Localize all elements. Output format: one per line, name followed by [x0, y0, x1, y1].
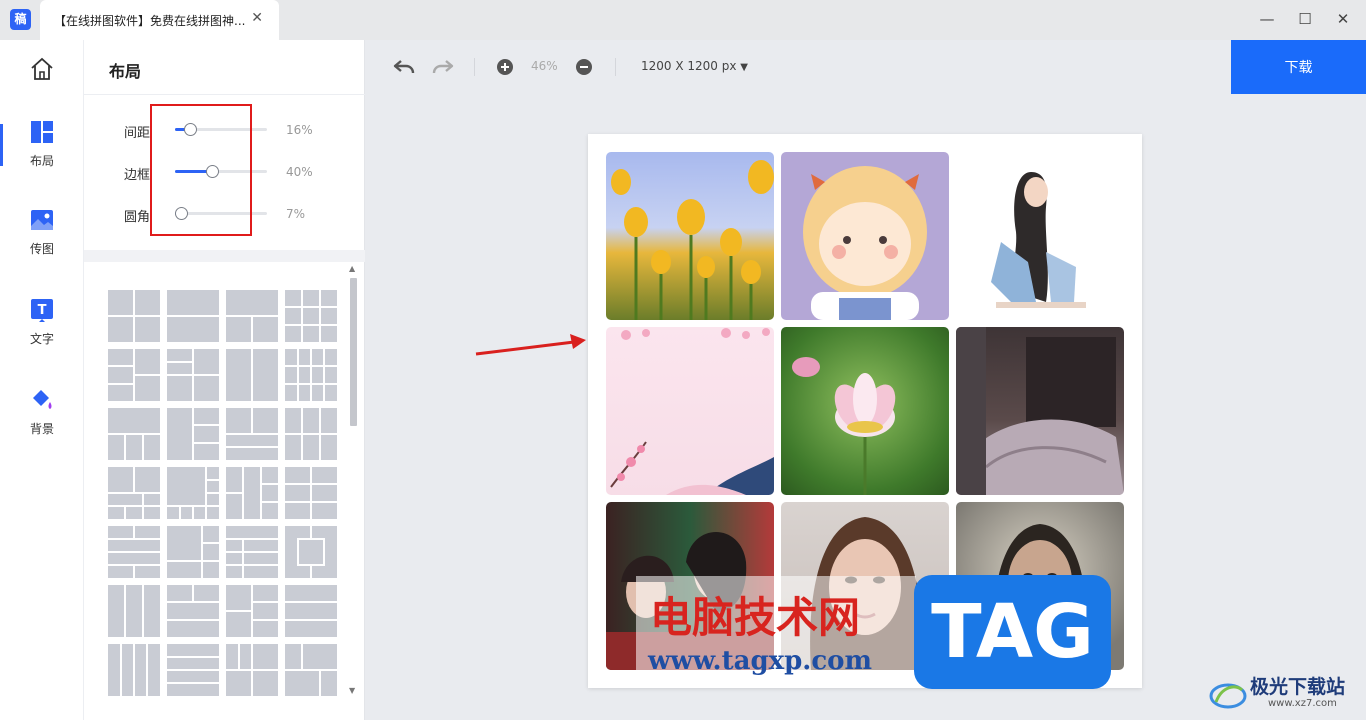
layout-template[interactable] — [285, 467, 337, 519]
corner-site-url: www.xz7.com — [1268, 698, 1337, 709]
layout-template[interactable] — [226, 408, 278, 460]
tab-close-icon[interactable]: ✕ — [251, 10, 263, 26]
text-icon: T — [31, 299, 53, 322]
sitting-woman-image — [991, 172, 1086, 308]
annotation-arrow — [475, 334, 586, 356]
lotus-image — [792, 357, 896, 495]
zoom-out-icon[interactable] — [573, 56, 595, 78]
image-upload-icon — [31, 210, 53, 230]
title-bar: 稿 【在线拼图软件】免费在线拼图神... ✕ — ☐ ✕ — [0, 0, 1366, 40]
photo-tulips[interactable] — [606, 152, 774, 320]
minimize-button[interactable]: — — [1257, 10, 1277, 28]
layout-template[interactable] — [108, 408, 160, 460]
toolbar-divider — [615, 58, 616, 76]
nav-layout[interactable]: 布局 — [0, 120, 84, 169]
watermark-url: www.tagxp.com — [648, 646, 873, 676]
redo-icon[interactable] — [432, 56, 454, 78]
watermark-tag-logo: TAG — [914, 575, 1111, 689]
download-button[interactable]: 下载 — [1231, 40, 1366, 94]
canvas-size-select[interactable]: 1200 X 1200 px ▼ — [641, 59, 748, 73]
layout-template[interactable] — [108, 290, 160, 342]
corner-watermark: 极光下载站 www.xz7.com — [1206, 668, 1366, 720]
svg-text:T: T — [38, 303, 47, 318]
nav-text-label: 文字 — [29, 332, 54, 346]
border-label: 边框 — [124, 168, 151, 183]
layout-template[interactable] — [167, 644, 219, 696]
layout-template[interactable] — [167, 467, 219, 519]
layout-template-grid — [108, 290, 340, 700]
zoom-level: 46% — [531, 59, 558, 73]
layout-template[interactable] — [285, 349, 337, 401]
spacing-value: 16% — [286, 123, 313, 137]
layout-template[interactable] — [285, 290, 337, 342]
background-fill-icon — [33, 390, 52, 409]
home-icon — [31, 57, 53, 80]
layout-template[interactable] — [285, 644, 337, 696]
blossom-image — [610, 328, 774, 495]
nav-background-label: 背景 — [29, 422, 54, 436]
photo-lotus[interactable] — [781, 327, 949, 495]
panel-section-divider — [84, 250, 365, 262]
nav-text[interactable]: T 文字 — [0, 298, 84, 347]
layout-template[interactable] — [226, 467, 278, 519]
canvas-size-value: 1200 X 1200 px — [641, 59, 737, 73]
bedroom-image — [956, 327, 1124, 495]
layout-template[interactable] — [226, 290, 278, 342]
toolbar-divider — [474, 58, 475, 76]
layout-template[interactable] — [285, 408, 337, 460]
layout-template[interactable] — [108, 585, 160, 637]
radius-label: 圆角 — [124, 210, 151, 225]
layout-template[interactable] — [167, 408, 219, 460]
annotation-highlight-box — [150, 104, 252, 236]
browser-tab[interactable]: 【在线拼图软件】免费在线拼图神... ✕ — [40, 0, 279, 40]
chevron-down-icon: ▼ — [740, 62, 748, 73]
panel-scrollbar[interactable]: ▲ ▼ — [348, 262, 360, 700]
photo-cartoon-girl[interactable] — [781, 152, 949, 320]
nav-background[interactable]: 背景 — [0, 388, 84, 437]
border-value: 40% — [286, 165, 313, 179]
corner-site-name: 极光下载站 — [1250, 676, 1346, 698]
aurora-logo-icon — [1209, 683, 1247, 709]
layout-template[interactable] — [167, 585, 219, 637]
watermark-site-name: 电脑技术网 — [650, 593, 861, 642]
photo-pink-blossom[interactable] — [606, 327, 774, 495]
left-nav: 布局 传图 T 文字 背景 — [0, 40, 84, 720]
zoom-in-icon[interactable] — [494, 56, 516, 78]
layout-template[interactable] — [108, 349, 160, 401]
layout-template[interactable] — [167, 290, 219, 342]
spacing-label: 间距 — [124, 126, 151, 141]
nav-upload[interactable]: 传图 — [0, 208, 84, 257]
panel-divider — [84, 94, 365, 95]
tulip-image — [611, 160, 774, 320]
close-window-button[interactable]: ✕ — [1333, 10, 1353, 28]
app-logo: 稿 — [10, 9, 31, 30]
layout-template[interactable] — [108, 526, 160, 578]
layout-template[interactable] — [226, 644, 278, 696]
layout-template[interactable] — [285, 585, 337, 637]
scrollbar-thumb[interactable] — [350, 278, 357, 426]
editor-toolbar: 46% 1200 X 1200 px ▼ — [365, 40, 1231, 94]
panel-title: 布局 — [109, 62, 142, 81]
layout-template[interactable] — [226, 349, 278, 401]
undo-icon[interactable] — [393, 56, 415, 78]
layout-icon — [31, 121, 53, 143]
photo-bedroom[interactable] — [956, 327, 1124, 495]
layout-template[interactable] — [167, 526, 219, 578]
layout-template[interactable] — [108, 467, 160, 519]
radius-value: 7% — [286, 207, 306, 221]
maximize-button[interactable]: ☐ — [1295, 10, 1315, 28]
layout-template[interactable] — [226, 585, 278, 637]
layout-template[interactable] — [108, 644, 160, 696]
nav-layout-label: 布局 — [29, 154, 54, 168]
nav-home[interactable] — [0, 56, 84, 86]
layout-template[interactable] — [226, 526, 278, 578]
scroll-down-icon[interactable]: ▼ — [349, 686, 355, 695]
scroll-up-icon[interactable]: ▲ — [349, 264, 355, 273]
layout-template[interactable] — [285, 526, 337, 578]
tab-title: 【在线拼图软件】免费在线拼图神... — [54, 14, 246, 28]
layout-template[interactable] — [167, 349, 219, 401]
nav-upload-label: 传图 — [29, 242, 54, 256]
cartoon-girl-image — [803, 166, 927, 320]
photo-sitting-woman[interactable] — [956, 152, 1124, 320]
